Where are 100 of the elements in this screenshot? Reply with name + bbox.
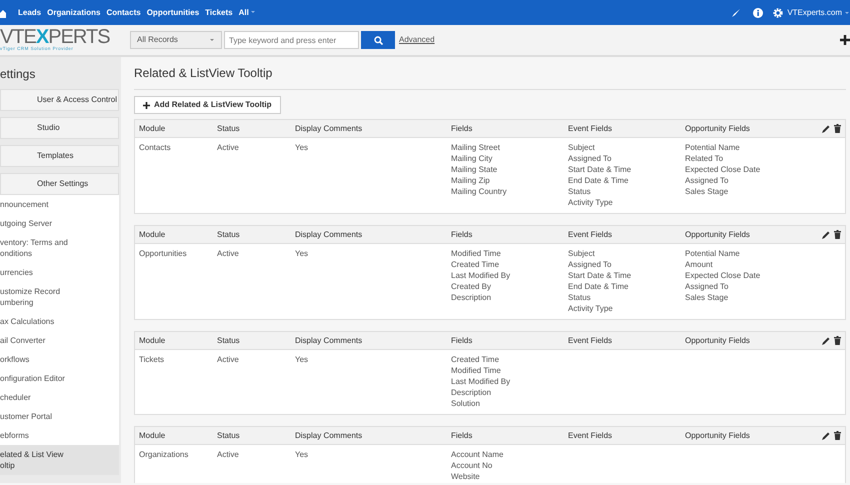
- table-cell-text: Related To: [685, 153, 724, 164]
- sidebar-item[interactable]: nnouncement: [0, 195, 119, 214]
- table-cell-text: Status: [568, 186, 592, 197]
- table-cell: Yes: [295, 355, 308, 364]
- column-header: Display Comments: [295, 430, 364, 442]
- table-cell-text: Solution: [451, 398, 481, 409]
- table-cell-text: Assigned To: [685, 175, 730, 186]
- table-cell-text: Activity Type: [568, 303, 614, 314]
- sidebar-item[interactable]: cheduler: [0, 388, 119, 407]
- trash-icon[interactable]: [834, 336, 841, 345]
- table-cell-text: Subject: [568, 142, 596, 153]
- column-header: Display Comments: [295, 123, 364, 135]
- column-header: Status: [217, 430, 241, 442]
- column-header: Fields: [451, 229, 474, 241]
- column-header: Module: [138, 430, 166, 442]
- table-cell-text: Activity Type: [568, 197, 614, 208]
- sidebar-group-header[interactable]: Other Settings: [0, 173, 119, 195]
- user-menu[interactable]: VTExperts.com: [787, 6, 842, 18]
- sidebar-group-header[interactable]: Templates: [0, 145, 119, 167]
- nav-link[interactable]: All: [238, 6, 259, 18]
- table-cell: Yes: [295, 143, 308, 152]
- table-cell-text: Sales Stage: [685, 186, 730, 197]
- trash-icon[interactable]: [834, 431, 841, 440]
- table-cell: Active: [217, 355, 239, 364]
- sidebar-item[interactable]: ail Converter: [0, 331, 119, 350]
- column-header: Module: [138, 229, 166, 241]
- column-header: Display Comments: [295, 229, 364, 241]
- column-header: Display Comments: [295, 335, 364, 347]
- sidebar-item[interactable]: ebforms: [0, 426, 119, 445]
- nav-link[interactable]: Organizations: [47, 6, 102, 18]
- table-cell: Contacts: [139, 143, 171, 152]
- sidebar-item[interactable]: elated & List View oltip: [0, 445, 119, 475]
- record-select[interactable]: All Records: [130, 31, 222, 49]
- page-title: Related & ListView Tooltip: [134, 57, 846, 90]
- caret-icon: [209, 37, 215, 43]
- search-field[interactable]: Type keyword and press enter: [224, 31, 359, 49]
- pencil-icon[interactable]: [822, 230, 830, 238]
- search-button[interactable]: [361, 31, 395, 49]
- table-cell-text: Status: [568, 292, 592, 303]
- sidebar-group-header[interactable]: Studio: [0, 117, 119, 139]
- nav-link[interactable]: Opportunities: [146, 6, 202, 18]
- nav-link[interactable]: Leads: [18, 6, 44, 18]
- sidebar-item[interactable]: onfiguration Editor: [0, 369, 119, 388]
- table-cell-text: Assigned To: [568, 153, 612, 164]
- table-cell-text: Mailing City: [451, 153, 494, 164]
- column-header: Status: [217, 123, 241, 135]
- sidebar-item[interactable]: utgoing Server: [0, 214, 119, 233]
- column-header: Fields: [451, 123, 474, 135]
- table-cell-text: Created By: [451, 281, 492, 292]
- sidebar-item[interactable]: urrencies: [0, 263, 119, 282]
- table-cell-text: End Date & Time: [568, 281, 630, 292]
- sidebar-item[interactable]: ustomer Portal: [0, 407, 119, 426]
- plus-icon: [143, 102, 150, 108]
- column-header: Event Fields: [568, 335, 614, 347]
- table-cell-text: Potential Name: [685, 248, 741, 259]
- pencil-icon[interactable]: [822, 336, 830, 344]
- sidebar-group-header[interactable]: User & Access Control: [0, 89, 119, 111]
- plus-icon[interactable]: [840, 35, 850, 45]
- table-cell-text: Description: [451, 387, 492, 398]
- advanced-search-link[interactable]: Advanced: [399, 34, 435, 46]
- table-cell-text: Created Time: [451, 259, 500, 270]
- table-cell-text: Expected Close Date: [685, 164, 762, 175]
- caret-icon: [844, 10, 850, 16]
- table-cell-text: Account Name: [451, 449, 504, 460]
- table-cell-text: Assigned To: [685, 281, 730, 292]
- column-header: Status: [217, 229, 241, 241]
- caret-icon[interactable]: [248, 9, 257, 16]
- brush-icon[interactable]: [731, 8, 742, 18]
- column-header: Event Fields: [568, 229, 614, 241]
- sidebar-title: ettings: [0, 66, 36, 83]
- table-cell-text: Start Date & Time: [568, 164, 632, 175]
- table-cell: Yes: [295, 249, 308, 258]
- column-header: Status: [217, 335, 241, 347]
- home-icon[interactable]: [0, 8, 6, 18]
- table-cell: Yes: [295, 450, 308, 459]
- sidebar-item[interactable]: ventory: Terms and onditions: [0, 233, 119, 263]
- trash-icon[interactable]: [834, 124, 841, 133]
- sidebar-item[interactable]: orkflows: [0, 350, 119, 369]
- add-tooltip-button[interactable]: Add Related & ListView Tooltip: [134, 96, 280, 114]
- table-cell-text: Expected Close Date: [685, 270, 762, 281]
- sidebar-item[interactable]: ustomize Record umbering: [0, 282, 119, 312]
- column-header: Fields: [451, 335, 474, 347]
- settings-icon[interactable]: [773, 8, 784, 18]
- pencil-icon[interactable]: [822, 124, 830, 132]
- nav-link[interactable]: Tickets: [205, 6, 235, 18]
- table-cell-text: Modified Time: [451, 365, 502, 376]
- table-cell: Active: [217, 143, 239, 152]
- info-icon[interactable]: [753, 8, 764, 18]
- table-cell-text: Last Modified By: [451, 270, 512, 281]
- pencil-icon[interactable]: [822, 432, 830, 440]
- nav-link[interactable]: Contacts: [106, 6, 143, 18]
- trash-icon[interactable]: [834, 230, 841, 239]
- column-header: Event Fields: [568, 430, 614, 442]
- column-header: Opportunity Fields: [685, 229, 751, 241]
- table-cell-text: Modified Time: [451, 248, 502, 259]
- table-cell-text: End Date & Time: [568, 175, 630, 186]
- search-icon: [374, 36, 382, 44]
- table-cell: Active: [217, 450, 239, 459]
- table-cell-text: Mailing Street: [451, 142, 501, 153]
- sidebar-item[interactable]: ax Calculations: [0, 312, 119, 331]
